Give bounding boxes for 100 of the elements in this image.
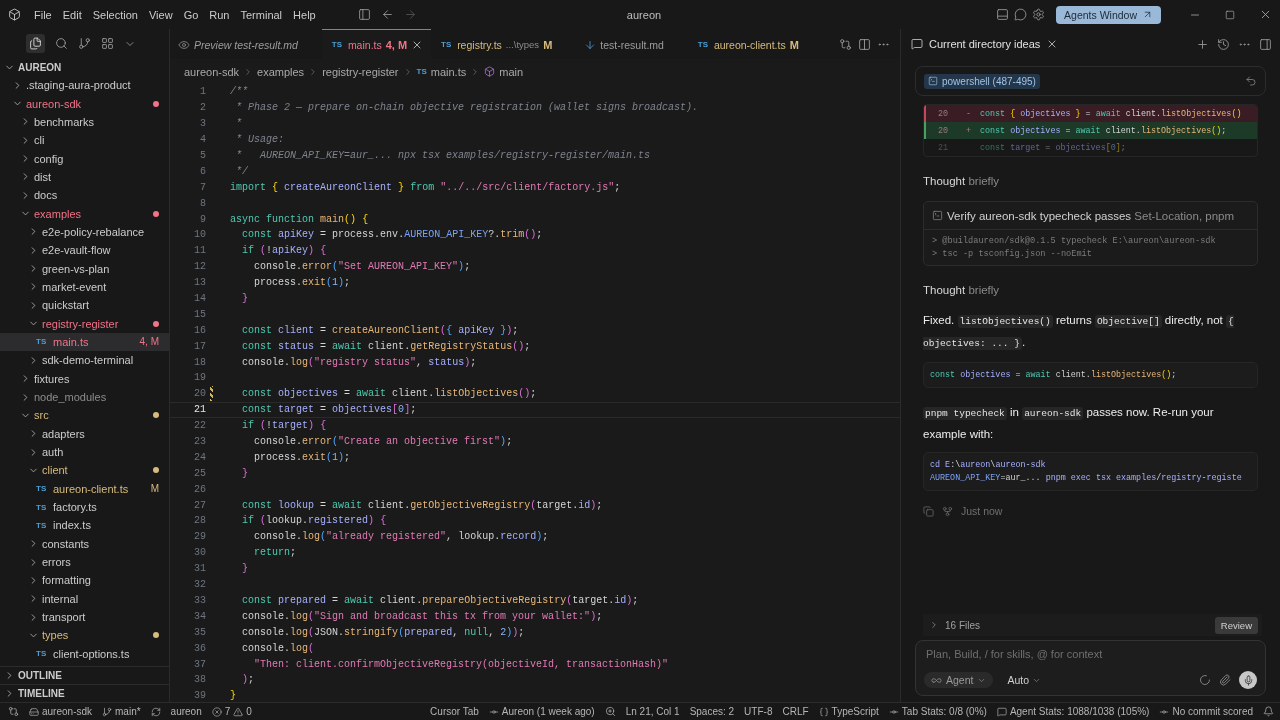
chat-icon[interactable] xyxy=(1014,8,1028,21)
tree-item[interactable]: fixtures xyxy=(0,369,169,388)
breadcrumb-item[interactable]: main xyxy=(484,65,524,78)
chat-input[interactable]: Plan, Build, / for skills, @ for context Agent Auto xyxy=(915,640,1266,696)
tree-item[interactable]: client xyxy=(0,461,169,480)
settings-icon[interactable] xyxy=(1032,8,1046,21)
command-output: > tsc -p tsconfig.json --noEmit xyxy=(932,249,1093,259)
split-editor-icon[interactable] xyxy=(858,37,871,51)
attach-icon[interactable] xyxy=(1219,674,1231,686)
tree-item[interactable]: errors xyxy=(0,552,169,572)
review-button[interactable]: Review xyxy=(1214,616,1258,634)
tree-item[interactable]: constants xyxy=(0,534,169,553)
tree-item[interactable]: examples xyxy=(0,204,169,223)
tree-item[interactable]: market-event xyxy=(0,277,169,297)
sidebar-toggle-icon[interactable] xyxy=(357,8,371,21)
tree-item[interactable]: auth xyxy=(0,442,169,462)
extensions-icon[interactable] xyxy=(101,37,114,50)
explorer-tab[interactable] xyxy=(26,34,45,53)
tree-item[interactable]: TS index.ts xyxy=(0,516,169,535)
zoom-icon[interactable] xyxy=(604,706,616,717)
code-line: const lookup = await client.getObjectiveRegistry(target.id); xyxy=(241,499,603,511)
compare-icon[interactable] xyxy=(839,37,852,51)
indentation-item[interactable]: Spaces: 2 xyxy=(689,706,735,717)
section-header[interactable]: OUTLINE xyxy=(0,666,169,684)
tree-item[interactable]: sdk-demo-terminal xyxy=(0,351,169,370)
menu-item[interactable]: Help xyxy=(288,5,321,24)
breadcrumb-item[interactable]: TS main.ts xyxy=(416,65,467,78)
tree-item[interactable]: transport xyxy=(0,607,169,627)
line-number: 11 xyxy=(193,245,206,257)
source-control-icon[interactable] xyxy=(78,37,91,50)
tree-item[interactable]: aureon-sdk xyxy=(0,94,169,113)
menu-item[interactable]: Terminal xyxy=(235,5,288,24)
new-chat-icon[interactable] xyxy=(1196,37,1209,51)
tree-item[interactable]: types xyxy=(0,626,169,645)
project-item[interactable]: aureon xyxy=(170,706,202,717)
breadcrumb-item[interactable]: registry-register xyxy=(322,65,399,78)
breadcrumb-item[interactable]: aureon-sdk xyxy=(184,65,240,78)
tree-item[interactable]: TS aureon-client.ts M xyxy=(0,479,169,498)
commit-item[interactable]: No commit scored xyxy=(1159,706,1253,717)
encoding-item[interactable]: UTF-8 xyxy=(744,706,773,717)
history-icon[interactable] xyxy=(1217,37,1230,51)
menu-item[interactable]: Go xyxy=(178,5,204,24)
menu-item[interactable]: View xyxy=(143,5,178,24)
tree-item[interactable]: TS main.ts 4, M xyxy=(0,332,169,352)
menu-item[interactable]: Edit xyxy=(57,5,87,24)
code-line: const objectives = await client.listObjectives(); xyxy=(241,388,537,400)
code-line: const apiKey = process.env.AUREON_API_KEY?.trim(); xyxy=(241,229,543,241)
bell-icon[interactable] xyxy=(1263,706,1274,717)
tree-item[interactable]: benchmarks xyxy=(0,112,169,132)
model-dropdown[interactable]: Auto xyxy=(1001,673,1048,687)
tree-item[interactable]: dist xyxy=(0,167,169,187)
explorer-header[interactable]: AUREON xyxy=(0,58,169,76)
tree-item[interactable]: e2e-policy-rebalance xyxy=(0,222,169,242)
menu-item[interactable]: Run xyxy=(204,5,235,24)
tree-item[interactable]: TS factory.ts xyxy=(0,497,169,517)
panel-toggle-icon[interactable] xyxy=(996,8,1010,21)
tree-item[interactable]: registry-register xyxy=(0,314,169,333)
cursor-tab-item[interactable]: Cursor Tab xyxy=(430,706,479,717)
tree-item[interactable]: .staging-aura-product xyxy=(0,76,169,95)
back-icon[interactable] xyxy=(380,8,394,21)
line-number: 4 xyxy=(199,134,206,146)
search-icon[interactable] xyxy=(55,37,68,50)
tree-item[interactable]: green-vs-plan xyxy=(0,259,169,278)
tab-stats-item[interactable]: Tab Stats: 0/8 (0%) xyxy=(888,706,987,717)
workspace-item[interactable]: aureon-sdk xyxy=(29,706,93,717)
line-ending-item[interactable]: CRLF xyxy=(782,706,809,717)
tree-item[interactable]: node_modules xyxy=(0,387,169,407)
agents-window-button[interactable]: Agents Window xyxy=(1056,5,1161,24)
microphone-button[interactable] xyxy=(1239,671,1257,689)
menu-item[interactable]: Selection xyxy=(87,5,143,24)
tree-item[interactable]: config xyxy=(0,149,169,168)
menu-item[interactable]: File xyxy=(29,5,57,24)
undo-icon[interactable] xyxy=(1245,75,1257,87)
tree-item[interactable]: quickstart xyxy=(0,296,169,315)
tree-item[interactable]: e2e-vault-flow xyxy=(0,241,169,260)
thought-label: Thought briefly xyxy=(923,284,1001,296)
code-line: if (!target) { xyxy=(241,420,327,432)
panel-toggle-icon[interactable] xyxy=(1259,37,1272,51)
cursor-position[interactable]: Ln 21, Col 1 xyxy=(625,706,680,717)
sync-icon[interactable] xyxy=(150,706,161,717)
branch-item[interactable]: main* xyxy=(102,706,141,717)
tree-item[interactable]: cli xyxy=(0,131,169,150)
problems-item[interactable]: 7 0 xyxy=(211,706,252,717)
agent-mode-dropdown[interactable]: Agent xyxy=(924,672,994,688)
tree-item[interactable]: src xyxy=(0,406,169,425)
tree-item[interactable]: docs xyxy=(0,186,169,205)
fork-icon[interactable] xyxy=(942,505,953,517)
chat-icon xyxy=(911,38,923,50)
blame-item[interactable]: Aureon (1 week ago) xyxy=(488,706,595,717)
line-number: 12 xyxy=(193,261,206,273)
section-header[interactable]: TIMELINE xyxy=(0,684,169,702)
agent-stats-item[interactable]: Agent Stats: 1088/1038 (105%) xyxy=(996,706,1150,717)
language-item[interactable]: TypeScript xyxy=(818,706,879,717)
tree-item[interactable]: TS client-options.ts xyxy=(0,644,169,663)
breadcrumb-item[interactable]: examples xyxy=(257,65,305,78)
tree-item[interactable]: adapters xyxy=(0,424,169,443)
terminal-chip[interactable]: powershell (487-495) xyxy=(924,73,1040,89)
chevron-icon[interactable] xyxy=(929,620,939,630)
tree-item[interactable]: internal xyxy=(0,589,169,608)
tree-item[interactable]: formatting xyxy=(0,571,169,590)
